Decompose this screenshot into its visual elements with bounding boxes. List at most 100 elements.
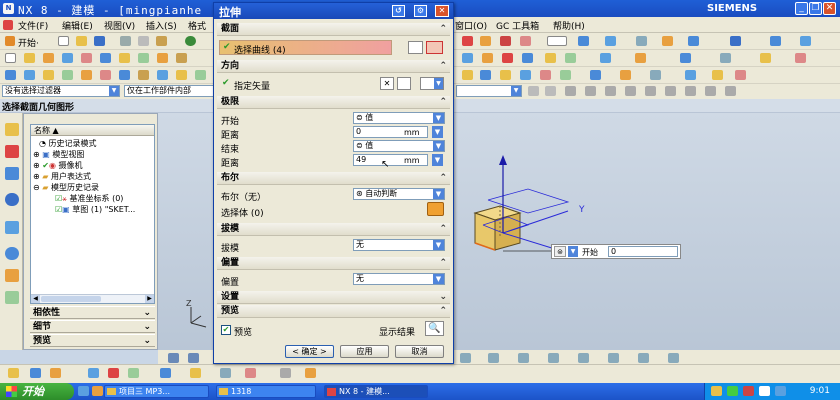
ok-button[interactable]: < 确定 > [285,345,334,358]
snap-point-icon-4[interactable] [585,86,596,96]
tree-node-sketch[interactable]: ☑▣ 草图 (1) "SKET... [55,205,135,215]
taskbar-item-mp3[interactable]: 项目三 MP3... [104,385,209,398]
dialog-titlebar[interactable]: 拉伸 ↺ ⚙ ✕ [214,3,453,19]
view-icon-f[interactable] [548,353,559,363]
snap-icon-12[interactable] [735,70,746,80]
chevron-down-icon[interactable]: ▼ [511,86,521,96]
app-menu-icon[interactable] [3,20,13,30]
chevron-down-icon[interactable]: ▼ [109,86,119,96]
offset-group-header[interactable]: 偏置 ⌃ [217,257,450,270]
snap-icon-11[interactable] [712,70,723,80]
view-icon-4[interactable] [662,36,673,46]
chevron-up-icon[interactable]: ⌃ [439,96,447,109]
menu-gc-toolbox[interactable]: GC 工具箱 [496,19,539,32]
scroll-left-icon[interactable]: ◀ [31,295,40,303]
menu-window[interactable]: 窗口(O) [455,19,487,32]
snap-toolbar-icon-9[interactable] [220,368,231,378]
start-dropdown[interactable]: ⊜ 值 ▼ [353,112,445,124]
feature-icon-14[interactable] [522,53,533,63]
preview-section[interactable]: 预览 ⌄ [30,334,155,347]
hole-icon[interactable] [62,53,73,63]
view-icon-e[interactable] [518,353,529,363]
menu-file[interactable]: 文件(F) [18,19,48,32]
feature-icon-8[interactable] [138,53,149,63]
snap-icon-6[interactable] [560,70,571,80]
chevron-down-icon[interactable]: ▼ [433,274,444,284]
snap-point-icon-6[interactable] [625,86,636,96]
start-button[interactable]: 开始 [0,383,74,400]
snap-icon-5[interactable] [540,70,551,80]
feature-icon-9[interactable] [157,53,168,63]
chevron-down-icon[interactable]: ▼ [433,189,444,199]
revolve-icon[interactable] [43,53,54,63]
dependencies-section[interactable]: 相依性 ⌄ [30,306,155,319]
snap-toolbar-icon-7[interactable] [160,368,171,378]
copy-icon[interactable] [138,36,149,46]
feature-icon-17[interactable] [600,53,611,63]
chevron-down-icon[interactable]: ⌄ [143,335,151,347]
tree-node-model-views[interactable]: ⊕ ▣ 模型视图 [33,150,84,160]
snap-toolbar-icon-2[interactable] [30,368,41,378]
snap-point-icon-10[interactable] [705,86,716,96]
feature-icon-15[interactable] [545,53,556,63]
feature-icon-13[interactable] [502,53,513,63]
snap-point-icon-9[interactable] [685,86,696,96]
utility-icon-4[interactable] [62,70,73,80]
part-navigator-icon[interactable] [5,167,19,180]
constraint-navigator-icon[interactable] [5,145,19,158]
utility-icon-2[interactable] [24,70,35,80]
view-icon-j[interactable] [668,353,679,363]
tray-icon-5[interactable] [775,386,786,396]
feature-icon-12[interactable] [482,53,493,63]
restore-icon[interactable]: ❐ [809,2,822,15]
filter-combo-right[interactable]: ▼ [456,85,522,97]
draft-group-header[interactable]: 拔模 ⌃ [217,223,450,236]
snap-toolbar-icon-5[interactable] [108,368,119,378]
assembly-navigator-icon[interactable] [5,123,19,136]
vector-dialog-icon[interactable] [397,77,411,90]
quicklaunch-icon-2[interactable] [92,386,103,396]
tree-node-user-expressions[interactable]: ⊕ ▰ 用户表达式 [33,172,91,182]
chevron-up-icon[interactable]: ⌃ [439,257,447,270]
tray-icon-4[interactable] [759,386,770,396]
utility-icon-5[interactable] [81,70,92,80]
paste-icon[interactable] [156,36,167,46]
sketch-section-icon[interactable] [408,41,423,54]
dialog-close-icon[interactable]: ✕ [435,5,449,17]
snap-toolbar-icon-1[interactable] [8,368,19,378]
apply-button[interactable]: 应用 [340,345,389,358]
view-icon-d[interactable] [488,353,499,363]
menu-insert[interactable]: 插入(S) [146,19,177,32]
minimize-icon[interactable]: _ [795,2,808,15]
view-icon-g[interactable] [578,353,589,363]
feature-icon-21[interactable] [760,53,771,63]
tray-icon-3[interactable] [743,386,754,396]
chevron-up-icon[interactable]: ⌃ [439,23,447,36]
snap-icon-8[interactable] [620,70,631,80]
utility-icon-6[interactable] [100,70,111,80]
snap-point-icon-8[interactable] [665,86,676,96]
chevron-down-icon[interactable]: ▼ [568,246,578,257]
feature-icon-22[interactable] [795,53,806,63]
utility-icon-10[interactable] [176,70,187,80]
view-icon-2[interactable] [605,36,616,46]
menu-help[interactable]: 帮助(H) [553,19,585,32]
value-type-icon[interactable]: ⊜ [554,246,566,257]
view-icon-i[interactable] [638,353,649,363]
select-curve-row[interactable]: ✔ 选择曲线 (4) [219,40,392,56]
undo-icon[interactable] [185,36,196,46]
scroll-right-icon[interactable]: ▶ [145,295,154,303]
reset-icon[interactable]: ↺ [392,5,405,17]
feature-icon-20[interactable] [720,53,731,63]
snap-toolbar-icon-8[interactable] [190,368,201,378]
view-icon-7[interactable] [770,36,781,46]
snap-icon-4[interactable] [520,70,531,80]
snap-point-icon-1[interactable] [528,86,539,96]
curve-select-icon[interactable] [426,41,443,54]
start-menu-icon[interactable] [5,36,15,46]
quicklaunch-icon-1[interactable] [78,386,89,396]
extrude-icon[interactable] [24,53,35,63]
feature-icon-7[interactable] [119,53,130,63]
chevron-up-icon[interactable]: ⌃ [439,223,447,236]
chevron-up-icon[interactable]: ⌃ [439,172,447,185]
